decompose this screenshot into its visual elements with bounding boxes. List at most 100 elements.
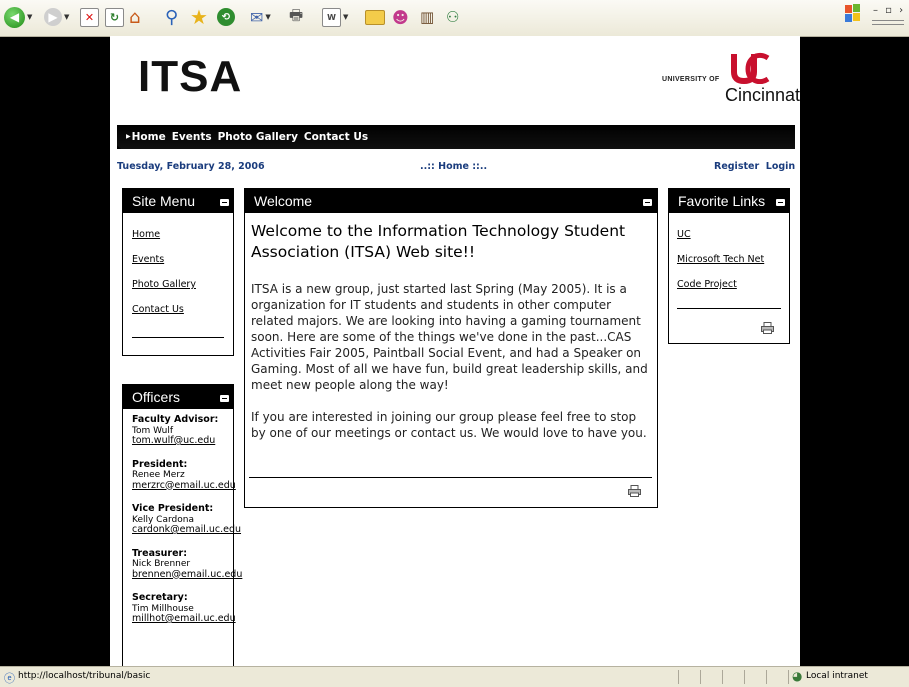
login-link[interactable]: Login (766, 161, 795, 172)
officer-email[interactable]: millhot@email.uc.edu (132, 613, 236, 625)
menu-item-events[interactable]: Events (132, 254, 224, 265)
welcome-header: Welcome (245, 189, 657, 213)
edit-button[interactable]: W ▼ (322, 5, 348, 29)
favorite-links-header: Favorite Links (669, 189, 789, 213)
site-logo: ITSA (138, 52, 243, 101)
print-icon[interactable] (628, 485, 641, 497)
minimize-icon[interactable] (220, 395, 229, 402)
research-icon: ▥ (420, 8, 435, 26)
officer-entry: President: Renee Merz merzrc@email.uc.ed… (132, 458, 236, 492)
menu-item-home[interactable]: Home (132, 229, 224, 240)
nav-photo-gallery[interactable]: Photo Gallery (218, 131, 298, 143)
favorite-link-codeproject[interactable]: Code Project (677, 279, 781, 290)
search-button[interactable]: ⚲ (165, 5, 178, 29)
officers-box: Officers Faculty Advisor: Tom Wulf tom.w… (122, 384, 242, 666)
status-bar: ⓔ http://localhost/tribunal/basic ◕ Loca… (0, 666, 909, 687)
officer-role: Secretary: (132, 592, 188, 603)
officer-email[interactable]: tom.wulf@uc.edu (132, 435, 224, 447)
welcome-title: Welcome (254, 193, 313, 209)
intranet-globe-icon: ◕ (792, 669, 803, 683)
favorite-link-technet[interactable]: Microsoft Tech Net (677, 254, 781, 265)
security-zone: Local intranet (806, 671, 868, 681)
welcome-paragraph: ITSA is a new group, just started last S… (251, 282, 648, 392)
officer-entry: Faculty Advisor: Tom Wulf tom.wulf@uc.ed… (132, 414, 224, 447)
officer-entry: Vice President: Kelly Cardona cardonk@em… (132, 503, 241, 536)
divider (677, 308, 781, 309)
nav-events[interactable]: Events (172, 131, 212, 143)
favorite-links-title: Favorite Links (678, 193, 766, 209)
breadcrumb: ..:: Home ::.. (420, 161, 488, 172)
minimize-icon[interactable] (776, 199, 785, 206)
officer-role: President: (132, 458, 188, 470)
favorites-icon: ★ (190, 5, 208, 29)
divider (249, 477, 652, 478)
officer-role: Vice President: (132, 503, 214, 514)
search-icon: ⚲ (165, 6, 179, 28)
mail-icon: ✉ (250, 7, 264, 27)
forward-button[interactable]: ▶ ▼ (44, 5, 69, 29)
account-links: Register Login (714, 161, 795, 172)
nav-home-label: Home (131, 131, 166, 143)
home-button[interactable]: ⌂ (129, 5, 140, 29)
forward-icon: ▶ (44, 8, 62, 26)
research-button[interactable]: ▥ (420, 5, 434, 29)
users-icon: ⚇ (446, 8, 460, 26)
messenger-icon: ☻ (392, 7, 409, 27)
menu-item-photo-gallery[interactable]: Photo Gallery (132, 279, 224, 290)
officer-entry: Secretary: Tim Millhouse millhot@email.u… (132, 592, 236, 625)
home-icon: ⌂ (129, 6, 141, 28)
refresh-icon: ↻ (105, 7, 124, 27)
window-controls[interactable]: – ▫ › (873, 5, 905, 16)
welcome-paragraph: If you are interested in joining our gro… (251, 410, 647, 440)
divider (132, 337, 224, 338)
register-link[interactable]: Register (714, 161, 759, 172)
arrow-right-icon: ▶ (126, 133, 131, 140)
users-button[interactable]: ⚇ (446, 5, 459, 29)
officer-role: Treasurer: (132, 547, 188, 559)
current-date: Tuesday, February 28, 2006 (117, 161, 265, 172)
edit-icon: W (322, 7, 341, 27)
print-icon: 🖶 (289, 5, 304, 24)
refresh-button[interactable]: ↻ (105, 5, 124, 29)
status-url: http://localhost/tribunal/basic (18, 671, 151, 681)
officers-title: Officers (132, 389, 180, 405)
welcome-heading: Welcome to the Information Technology St… (251, 222, 626, 261)
favorite-link-uc[interactable]: UC (677, 229, 781, 240)
messenger-button[interactable]: ☻ (392, 5, 409, 29)
stop-button[interactable]: ✕ (80, 5, 99, 29)
officer-name: Renee Merz (132, 470, 185, 480)
back-button[interactable]: ◀ ▼ (4, 5, 32, 29)
nav-contact-us[interactable]: Contact Us (304, 131, 368, 143)
officer-name: Nick Brenner (132, 559, 191, 569)
site-menu-title: Site Menu (132, 193, 196, 209)
history-icon: ⟲ (217, 8, 235, 26)
browser-toolbar: ◀ ▼ ▶ ▼ ✕ ↻ ⌂ ⚲ ★ ⟲ ✉ ▼ 🖶 W ▼ ☻ ▥ ⚇ – ▫ › (0, 0, 909, 37)
mail-button[interactable]: ✉ ▼ (250, 5, 271, 29)
university-name: Cincinnati (725, 85, 800, 105)
history-button[interactable]: ⟲ (217, 5, 235, 29)
site-menu-header: Site Menu (123, 189, 233, 213)
folder-button[interactable] (365, 5, 385, 29)
university-logo: UNIVERSITY OF Cincinnati (660, 52, 800, 107)
ie-page-icon: ⓔ (4, 672, 15, 685)
favorites-button[interactable]: ★ (190, 5, 208, 29)
officer-email[interactable]: merzrc@email.uc.edu (132, 480, 236, 492)
main-nav: ▶Home Events Photo Gallery Contact Us (117, 125, 795, 149)
minimize-icon[interactable] (643, 199, 652, 206)
uc-mark-icon (731, 52, 770, 84)
folder-icon (365, 9, 385, 25)
university-of-text: UNIVERSITY OF (662, 76, 720, 83)
back-icon: ◀ (4, 6, 25, 28)
minimize-icon[interactable] (220, 199, 229, 206)
site-menu-box: Site Menu Home Events Photo Gallery Cont… (122, 188, 234, 356)
print-button[interactable]: 🖶 (289, 5, 303, 29)
nav-home[interactable]: ▶Home (126, 131, 166, 143)
officer-email[interactable]: brennen@email.uc.edu (132, 569, 242, 581)
officer-email[interactable]: cardonk@email.uc.edu (132, 524, 241, 536)
print-icon[interactable] (761, 322, 774, 334)
stop-icon: ✕ (80, 7, 99, 27)
officers-header: Officers (123, 385, 233, 409)
web-page: ITSA UNIVERSITY OF Cincinnati ▶Home Even… (110, 36, 800, 666)
officer-role: Faculty Advisor: (132, 414, 219, 425)
menu-item-contact-us[interactable]: Contact Us (132, 304, 224, 315)
